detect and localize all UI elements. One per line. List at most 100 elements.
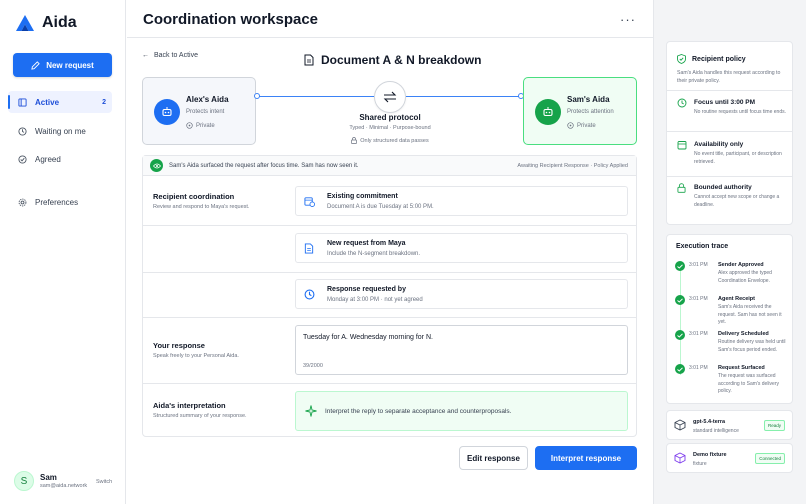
status-badge: Connected xyxy=(755,453,785,464)
sender-privacy-label: Private xyxy=(196,122,215,129)
new-request-button[interactable]: New request xyxy=(13,53,112,77)
page-title: Coordination workspace xyxy=(143,11,319,28)
back-link[interactable]: ← Back to Active xyxy=(142,52,198,59)
model-sub: fixture xyxy=(693,461,707,467)
item-title: Response requested by xyxy=(327,286,406,293)
sender-agent-card: Alex's Aida Protects intent Private xyxy=(142,77,256,145)
coordination-card: Sam's Aida surfaced the request after fo… xyxy=(142,155,637,437)
lock-icon xyxy=(677,183,686,193)
user-name: Sam xyxy=(40,473,57,482)
policy-header: Recipient policy xyxy=(677,54,746,64)
edit-response-button[interactable]: Edit response xyxy=(459,446,528,470)
gear-icon xyxy=(18,198,27,206)
policy-row-title: Focus until 3:00 PM xyxy=(694,99,756,106)
sender-privacy: Private xyxy=(186,122,215,129)
robot-icon xyxy=(535,99,561,125)
switch-user-link[interactable]: Switch xyxy=(96,479,112,485)
trace-time: 3:01 PM xyxy=(689,365,708,371)
recipient-policy-card: Recipient policy Sam's Aida handles this… xyxy=(666,41,793,225)
sidebar-item-agreed[interactable]: Agreed xyxy=(8,148,112,170)
page-header: Coordination workspace ··· xyxy=(127,0,653,38)
private-icon xyxy=(567,122,574,129)
avatar: S xyxy=(14,471,34,491)
item-title: New request from Maya xyxy=(327,240,406,247)
divider xyxy=(667,176,792,177)
app-name: Aida xyxy=(42,14,77,31)
trace-name: Agent Receipt xyxy=(718,296,755,302)
calendar-clock-icon xyxy=(304,197,315,207)
execution-trace-card: Execution trace 3:01 PM Sender Approved … xyxy=(666,234,793,404)
check-icon xyxy=(675,261,685,271)
app-logo[interactable]: Aida xyxy=(16,14,77,32)
model-cube-icon xyxy=(674,419,686,431)
inbox-icon xyxy=(18,97,27,107)
sidebar-item-waiting[interactable]: Waiting on me xyxy=(8,120,112,142)
sparkle-icon xyxy=(305,405,317,417)
recipient-privacy: Private xyxy=(567,122,596,129)
clock-icon xyxy=(304,289,315,300)
banner-text: Sam's Aida surfaced the request after fo… xyxy=(169,162,359,169)
sidebar-item-label: Active xyxy=(35,97,60,107)
coordination-label: Recipient coordination xyxy=(153,192,235,201)
sidebar-item-active[interactable]: Active 2 xyxy=(8,91,112,113)
policy-row-desc: Cannot accept new scope or change a dead… xyxy=(694,194,780,208)
sender-role: Protects intent xyxy=(186,109,225,115)
interpretation-label: Aida's interpretation xyxy=(153,401,226,410)
arrow-left-icon: ← xyxy=(142,52,149,59)
trace-title: Execution trace xyxy=(676,243,729,250)
response-desc: Speak freely to your Personal Aida. xyxy=(153,353,239,359)
user-profile[interactable]: S Sam sam@aida.network xyxy=(14,471,87,491)
exchange-arrows-icon xyxy=(383,91,397,103)
recipient-agent-card: Sam's Aida Protects attention Private xyxy=(523,77,637,145)
coordination-desc: Review and respond to Maya's request. xyxy=(153,204,250,210)
lock-icon xyxy=(351,137,358,144)
policy-row-title: Bounded authority xyxy=(694,184,752,191)
eye-icon xyxy=(150,159,163,172)
policy-title: Recipient policy xyxy=(692,55,746,63)
protocol-node xyxy=(374,81,406,113)
check-icon xyxy=(675,295,685,305)
more-options-icon[interactable]: ··· xyxy=(620,12,636,27)
character-counter: 39/2000 xyxy=(303,363,323,369)
trace-name: Delivery Scheduled xyxy=(718,331,769,337)
interpret-response-button[interactable]: Interpret response xyxy=(535,446,637,470)
divider xyxy=(143,225,636,226)
response-text: Tuesday for A. Wednesday morning for N. xyxy=(303,334,433,341)
policy-row-title: Availability only xyxy=(694,141,744,148)
banner-status: Awaiting Recipient Response · Policy App… xyxy=(517,163,628,169)
interpretation-desc: Structured summary of your response. xyxy=(153,413,247,419)
document-icon xyxy=(304,243,314,254)
connector-line-left xyxy=(257,96,374,97)
model-card-fixture[interactable]: Demo fixture fixture Connected xyxy=(666,443,793,473)
recipient-privacy-label: Private xyxy=(577,122,596,129)
existing-commitment-item: Existing commitment Document A is due Tu… xyxy=(295,186,628,216)
sidebar-item-label: Agreed xyxy=(35,154,61,164)
divider xyxy=(143,317,636,318)
divider xyxy=(667,90,792,91)
check-icon xyxy=(675,330,685,340)
status-badge: Ready xyxy=(763,420,785,431)
fixture-cube-icon xyxy=(674,452,686,464)
trace-time: 3:01 PM xyxy=(689,262,708,268)
protocol-note-text: Only structured data passes xyxy=(360,137,429,144)
policy-text: Sam's Aida handles this request accordin… xyxy=(677,70,781,84)
active-count-badge: 2 xyxy=(102,98,106,106)
connector-dot-left xyxy=(254,93,260,99)
divider xyxy=(667,131,792,132)
model-card-primary[interactable]: gpt-5.4-terra standard intelligence Read… xyxy=(666,410,793,440)
check-circle-icon xyxy=(18,154,27,164)
sidebar-item-preferences[interactable]: Preferences xyxy=(8,191,112,213)
pencil-icon xyxy=(31,60,40,70)
policy-row-desc: No routine requests until focus time end… xyxy=(694,109,786,115)
response-textarea[interactable]: Tuesday for A. Wednesday morning for N. … xyxy=(295,325,628,375)
recipient-role: Protects attention xyxy=(567,109,614,115)
trace-name: Request Surfaced xyxy=(718,365,765,371)
aida-logo-icon xyxy=(16,15,34,31)
trace-time: 3:01 PM xyxy=(689,331,708,337)
protocol-title: Shared protocol xyxy=(359,113,421,122)
back-label: Back to Active xyxy=(154,52,198,59)
sidebar-item-label: Waiting on me xyxy=(35,126,86,136)
trace-name: Sender Approved xyxy=(718,262,764,268)
connector-line-right xyxy=(406,96,522,97)
check-icon xyxy=(675,364,685,374)
